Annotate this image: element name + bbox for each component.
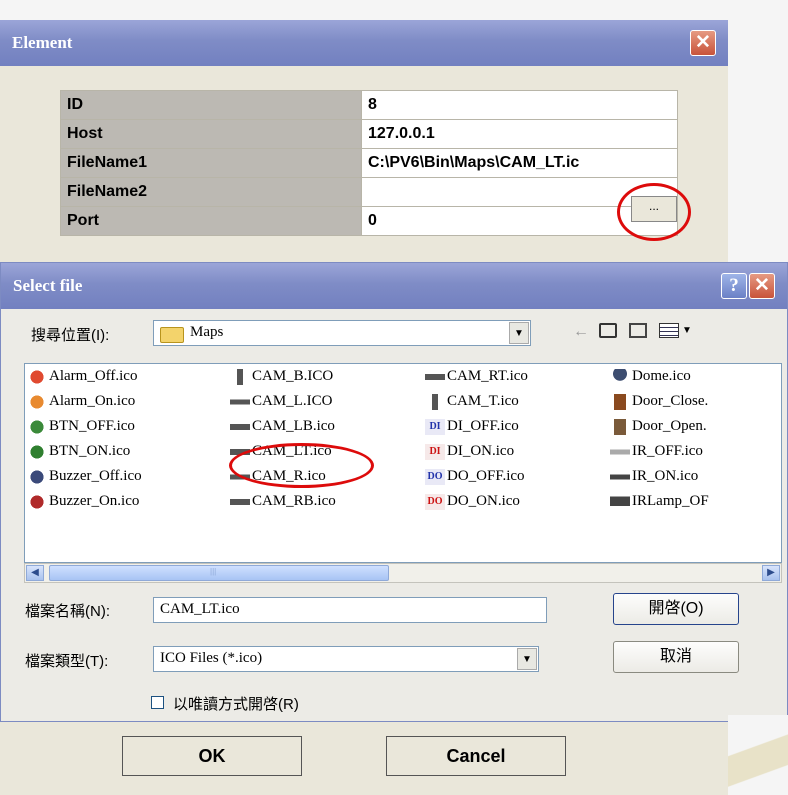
buzzer-on-icon (27, 493, 47, 510)
file-item[interactable]: DI DI_ON.ico (425, 441, 514, 461)
di-on-icon: DI (425, 443, 445, 460)
close-icon[interactable]: ✕ (690, 30, 716, 56)
file-item[interactable]: DO DO_ON.ico (425, 491, 520, 511)
view-menu-icon[interactable] (659, 323, 679, 338)
file-item[interactable]: CAM_RT.ico (425, 366, 528, 386)
file-type-label: 檔案類型(T): (25, 653, 109, 670)
element-title: Element (12, 33, 73, 52)
property-row[interactable]: Host 127.0.0.1 (60, 119, 678, 149)
cancel-button[interactable]: 取消 (613, 641, 739, 673)
look-in-label: 搜尋位置(I): (31, 327, 110, 344)
select-file-title: Select file (13, 276, 83, 295)
cancel-button[interactable]: Cancel (386, 736, 566, 776)
property-row[interactable]: ID 8 (60, 90, 678, 120)
file-item[interactable]: CAM_T.ico (425, 391, 519, 411)
do-off-icon: DO (425, 468, 445, 485)
buzzer-off-icon (27, 468, 47, 485)
file-name-value: CAM_LT.ico (160, 601, 240, 617)
file-item[interactable]: Dome.ico (610, 366, 691, 386)
chevron-down-icon[interactable]: ▼ (509, 322, 529, 344)
property-key: FileName1 (60, 148, 362, 178)
ir-off-icon (610, 443, 630, 460)
file-item[interactable]: BTN_ON.ico (27, 441, 130, 461)
scroll-thumb[interactable]: ||| (49, 565, 389, 581)
look-in-combo[interactable]: Maps ▼ (153, 320, 531, 346)
element-title-bar: Element ✕ (0, 20, 728, 66)
camera-icon (425, 368, 445, 385)
highlight-circle-file (229, 443, 374, 488)
property-key: FileName2 (60, 177, 362, 207)
property-key: Host (60, 119, 362, 149)
open-button[interactable]: 開啓(O) (613, 593, 739, 625)
chevron-down-icon[interactable]: ▼ (517, 648, 537, 670)
property-value[interactable]: 8 (361, 90, 678, 120)
file-item[interactable]: Door_Open. (610, 416, 707, 436)
do-on-icon: DO (425, 493, 445, 510)
scroll-right-icon[interactable]: ▶ (762, 565, 780, 581)
file-type-value: ICO Files (*.ico) (160, 650, 263, 666)
di-off-icon: DI (425, 418, 445, 435)
file-item[interactable]: DI DI_OFF.ico (425, 416, 519, 436)
close-icon[interactable]: ✕ (749, 273, 775, 299)
file-name-label: 檔案名稱(N): (25, 603, 110, 620)
alarm-on-icon (27, 393, 47, 410)
new-folder-icon[interactable] (629, 323, 647, 338)
property-row[interactable]: Port 0 (60, 206, 678, 236)
file-item[interactable]: Alarm_On.ico (27, 391, 135, 411)
camera-icon (230, 393, 250, 410)
file-item[interactable]: Door_Close. (610, 391, 708, 411)
file-item[interactable]: CAM_L.ICO (230, 391, 332, 411)
highlight-circle-browse (617, 183, 691, 241)
dome-icon (610, 368, 630, 385)
folder-icon (160, 327, 184, 343)
file-item[interactable]: DO DO_OFF.ico (425, 466, 525, 486)
file-item[interactable]: IR_OFF.ico (610, 441, 703, 461)
help-icon[interactable]: ? (721, 273, 747, 299)
button-on-icon (27, 443, 47, 460)
file-item[interactable]: IR_ON.ico (610, 466, 698, 486)
file-item[interactable]: Buzzer_On.ico (27, 491, 139, 511)
camera-icon (425, 393, 445, 410)
ok-button[interactable]: OK (122, 736, 302, 776)
property-row[interactable]: FileName1 C:\PV6\Bin\Maps\CAM_LT.ic (60, 148, 678, 178)
property-value[interactable]: C:\PV6\Bin\Maps\CAM_LT.ic (361, 148, 678, 178)
select-file-title-bar: Select file ? ✕ (1, 263, 787, 309)
door-icon (610, 418, 630, 435)
ir-lamp-icon (610, 493, 630, 510)
file-list[interactable]: Alarm_Off.ico Alarm_On.ico BTN_OFF.ico B… (24, 363, 782, 563)
map-background-shape (728, 715, 788, 795)
back-icon[interactable]: ← (573, 323, 589, 341)
file-item[interactable]: Buzzer_Off.ico (27, 466, 142, 486)
button-off-icon (27, 418, 47, 435)
scroll-left-icon[interactable]: ◀ (26, 565, 44, 581)
property-key: ID (60, 90, 362, 120)
look-in-value: Maps (190, 324, 224, 340)
file-item[interactable]: Alarm_Off.ico (27, 366, 137, 386)
door-icon (610, 393, 630, 410)
chevron-down-icon[interactable]: ▼ (682, 325, 692, 336)
horizontal-scrollbar[interactable]: ◀ ||| ▶ (24, 563, 782, 583)
up-folder-icon[interactable] (599, 323, 617, 338)
file-type-combo[interactable]: ICO Files (*.ico) ▼ (153, 646, 539, 672)
ir-on-icon (610, 468, 630, 485)
file-item[interactable]: CAM_RB.ico (230, 491, 336, 511)
readonly-checkbox[interactable] (151, 696, 164, 709)
select-file-dialog: Select file ? ✕ 搜尋位置(I): Maps ▼ ← ▼ Alar… (0, 262, 788, 722)
camera-icon (230, 418, 250, 435)
camera-icon (230, 493, 250, 510)
property-row[interactable]: FileName2 (60, 177, 678, 207)
file-item[interactable]: BTN_OFF.ico (27, 416, 135, 436)
property-grid: ID 8 Host 127.0.0.1 FileName1 C:\PV6\Bin\Ma… (60, 90, 678, 236)
camera-icon (230, 368, 250, 385)
file-name-input[interactable]: CAM_LT.ico (153, 597, 547, 623)
file-item[interactable]: CAM_LB.ico (230, 416, 335, 436)
file-item[interactable]: CAM_B.ICO (230, 366, 333, 386)
alarm-off-icon (27, 368, 47, 385)
file-item[interactable]: IRLamp_OF (610, 491, 709, 511)
readonly-label: 以唯讀方式開啓(R) (173, 696, 299, 713)
property-value[interactable]: 127.0.0.1 (361, 119, 678, 149)
property-key: Port (60, 206, 362, 236)
